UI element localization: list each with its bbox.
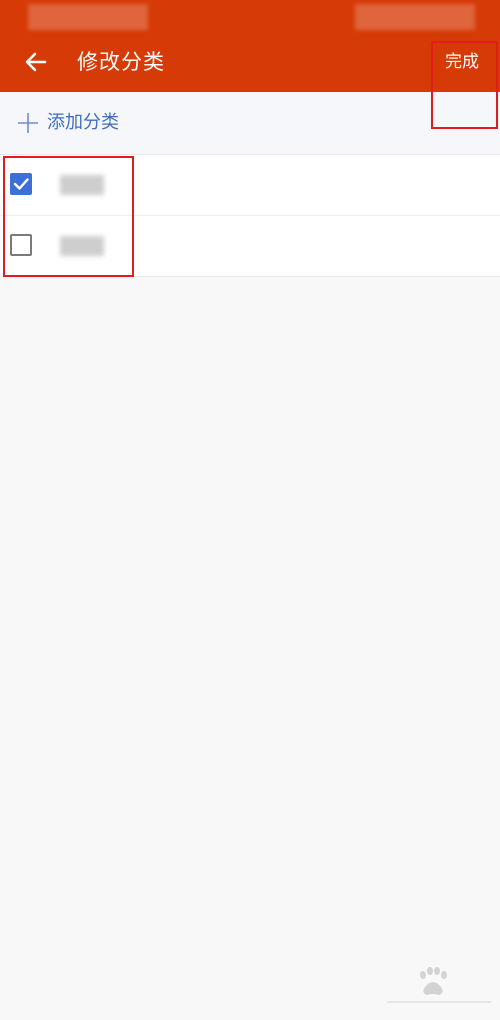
category-item[interactable] — [0, 155, 500, 216]
checkbox-unchecked[interactable] — [10, 234, 32, 256]
arrow-left-icon — [25, 52, 47, 72]
status-bar-right-redacted — [355, 4, 475, 30]
done-button[interactable]: 完成 — [445, 48, 479, 76]
status-bar-left-redacted — [28, 4, 148, 30]
app-header: 修改分类 完成 — [0, 0, 500, 92]
checkmark-icon — [13, 178, 29, 190]
plus-icon — [18, 113, 38, 133]
category-label-redacted — [60, 175, 104, 195]
page-title: 修改分类 — [77, 50, 165, 74]
checkbox-checked[interactable] — [10, 173, 32, 195]
add-category-button[interactable]: 添加分类 — [0, 92, 500, 155]
back-button[interactable] — [20, 46, 52, 78]
category-label-redacted — [60, 236, 104, 256]
category-list — [0, 155, 500, 277]
category-item[interactable] — [0, 216, 500, 276]
add-category-label: 添加分类 — [47, 112, 119, 133]
watermark-logo — [387, 967, 491, 1003]
